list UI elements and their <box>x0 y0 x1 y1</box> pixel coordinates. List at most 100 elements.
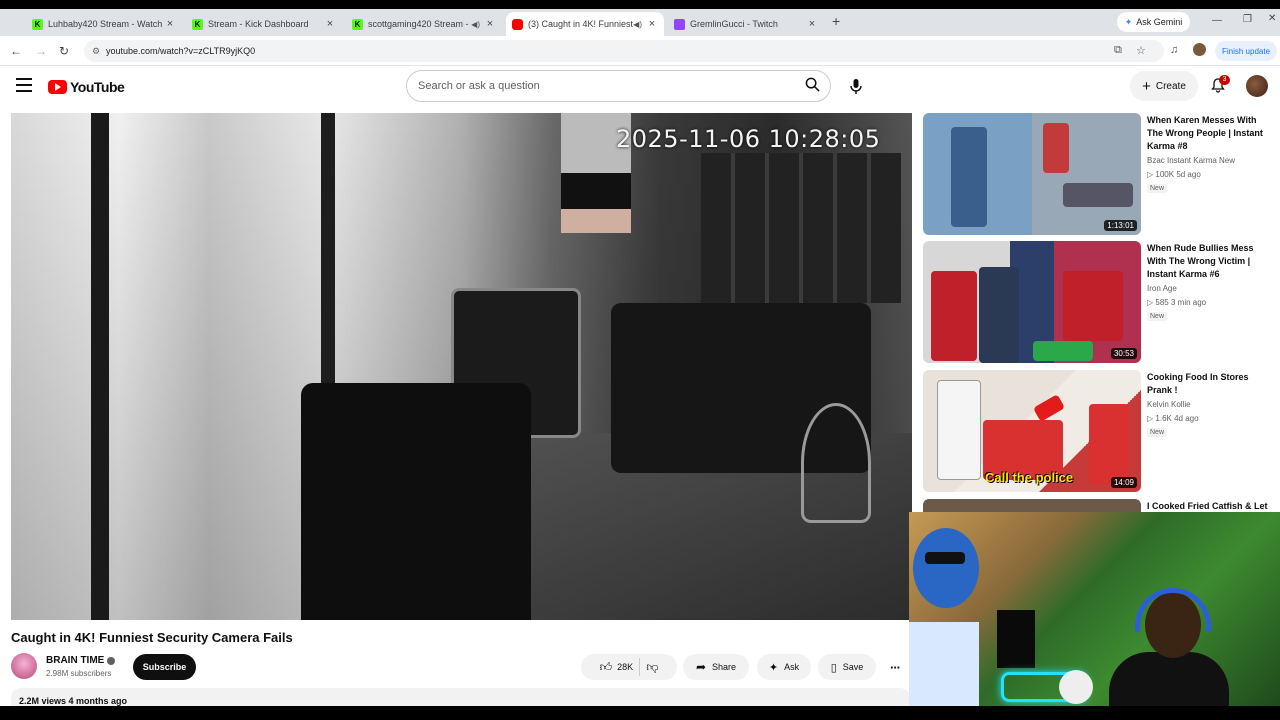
microphone-icon[interactable] <box>846 76 866 96</box>
share-label: Share <box>712 662 737 672</box>
thumbnail-figure <box>1063 183 1133 207</box>
thumbnail-figure <box>951 127 987 227</box>
media-control-icon[interactable]: ♫ <box>1170 44 1178 56</box>
dislike-button[interactable]: 👎︎ <box>646 660 658 675</box>
view-count: 100K <box>1155 170 1175 179</box>
thumbnail-figure <box>1063 271 1123 341</box>
recommendation-channel[interactable]: Iron Age <box>1147 284 1177 293</box>
more-actions-icon[interactable]: ··· <box>890 660 901 675</box>
account-avatar[interactable] <box>1246 75 1268 97</box>
gemini-sparkle-icon: ✦ <box>1124 16 1133 27</box>
recommendation-meta: ▷ 1.6K 4d ago <box>1147 414 1199 423</box>
finish-update-label: Finish update <box>1221 46 1271 56</box>
speaker-icon[interactable]: ◀) <box>471 20 480 29</box>
video-thumbnail[interactable]: Call the police 14:09 <box>923 370 1141 492</box>
video-thumbnail[interactable]: 30:53 <box>923 241 1141 363</box>
create-button[interactable]: + Create <box>1130 71 1198 101</box>
notification-count-badge: 3 <box>1219 75 1230 85</box>
recommendation-title[interactable]: When Karen Messes With The Wrong People … <box>1147 114 1273 153</box>
minimize-icon[interactable]: — <box>1212 15 1222 26</box>
ask-gemini-button[interactable]: ✦ Ask Gemini <box>1117 12 1190 32</box>
recommendation-item[interactable]: 1:13:01 When Karen Messes With The Wrong… <box>923 113 1273 237</box>
description-box[interactable] <box>11 688 910 706</box>
video-fan <box>801 403 871 523</box>
play-count-icon: ▷ <box>1147 170 1154 179</box>
thumbnail-figure <box>1043 123 1069 173</box>
new-tab-button[interactable]: + <box>832 13 840 29</box>
browser-tab-1[interactable]: K Luhbaby420 Stream - Watch Li × <box>26 12 182 36</box>
video-thumbnail[interactable]: 1:13:01 <box>923 113 1141 235</box>
ask-button[interactable]: ✦ Ask <box>757 654 811 680</box>
share-button[interactable]: ➦ Share <box>683 654 749 680</box>
hamburger-menu-icon[interactable] <box>16 78 32 92</box>
recommendation-channel[interactable]: Bzac Instant Karma New <box>1147 156 1235 165</box>
close-icon[interactable]: × <box>646 18 658 30</box>
like-button[interactable]: 👍︎ 28K <box>600 660 634 675</box>
recommendation-meta: ▷ 585 3 min ago <box>1147 298 1206 307</box>
kick-icon: K <box>32 18 43 30</box>
search-icon[interactable] <box>805 77 820 92</box>
verified-check-icon <box>107 656 116 665</box>
thumbnail-figure <box>937 380 981 480</box>
window-close-icon[interactable]: ✕ <box>1268 13 1276 24</box>
webcam-streamer-body <box>1109 652 1229 706</box>
new-badge: New <box>1147 428 1168 437</box>
video-player[interactable]: 2025-11-06 10:28:05 <box>11 113 912 620</box>
view-count-and-date: 2.2M views 4 months ago <box>19 696 128 706</box>
close-icon[interactable]: × <box>484 18 496 30</box>
bookmark-star-icon[interactable]: ☆ <box>1136 44 1146 57</box>
tab-title: Stream - Kick Dashboard <box>208 19 309 29</box>
channel-name[interactable]: BRAIN TIME <box>46 655 116 666</box>
browser-tab-5[interactable]: GremlinGucci - Twitch × <box>668 12 824 36</box>
youtube-logo[interactable]: YouTube <box>48 79 125 95</box>
close-icon[interactable]: × <box>806 18 818 30</box>
red-arrow-icon <box>1032 394 1066 422</box>
webcam-mask-figure <box>1059 670 1093 704</box>
browser-tab-3[interactable]: K scottgaming420 Stream - W ◀) × <box>346 12 502 36</box>
reload-icon[interactable]: ↻ <box>59 44 69 58</box>
forward-arrow-icon[interactable]: → <box>35 44 47 58</box>
recommendation-title[interactable]: Cooking Food In Stores Prank ! <box>1147 371 1273 397</box>
thumbnail-figure <box>979 267 1019 363</box>
youtube-icon <box>512 18 523 30</box>
youtube-wordmark: YouTube <box>70 79 125 95</box>
new-badge: New <box>1147 312 1168 321</box>
search-input[interactable]: Search or ask a question <box>406 70 831 102</box>
upload-age: 5d ago <box>1176 170 1201 179</box>
save-label: Save <box>842 662 864 672</box>
plus-icon: + <box>1142 77 1151 95</box>
speaker-icon[interactable]: ◀) <box>633 20 642 29</box>
close-icon[interactable]: × <box>324 18 336 30</box>
channel-avatar[interactable] <box>11 653 37 679</box>
video-duration: 1:13:01 <box>1104 220 1137 231</box>
recommendation-channel[interactable]: Kelvin Kollie <box>1147 400 1191 409</box>
address-bar[interactable]: ⚙ youtube.com/watch?v=zCLTR9yjKQ0 <box>84 40 1164 62</box>
play-count-icon: ▷ <box>1147 414 1154 423</box>
save-button[interactable]: ▯ Save <box>818 654 876 680</box>
view-count: 585 <box>1155 298 1169 307</box>
camera-timestamp-overlay: 2025-11-06 10:28:05 <box>616 125 881 153</box>
close-icon[interactable]: × <box>164 18 176 30</box>
recommendation-item[interactable]: 30:53 When Rude Bullies Mess With The Wr… <box>923 241 1273 365</box>
view-count: 1.6K <box>1155 414 1172 423</box>
browser-tab-4-active[interactable]: (3) Caught in 4K! Funniest S ◀) × <box>506 12 664 36</box>
back-arrow-icon[interactable]: ← <box>10 44 22 58</box>
screen-top-edge <box>0 0 1280 9</box>
restore-icon[interactable]: ❐ <box>1243 14 1252 25</box>
video-duration: 30:53 <box>1110 348 1137 359</box>
site-info-icon[interactable]: ⚙ <box>92 46 100 57</box>
profile-avatar-icon[interactable] <box>1193 43 1206 56</box>
finish-update-button[interactable]: Finish update <box>1215 41 1277 61</box>
browser-tab-2[interactable]: K Stream - Kick Dashboard × <box>186 12 342 36</box>
recommendation-item[interactable]: Call the police 14:09 Cooking Food In St… <box>923 370 1273 494</box>
headset-icon <box>1135 588 1211 632</box>
recommendation-title[interactable]: When Rude Bullies Mess With The Wrong Vi… <box>1147 242 1273 281</box>
kick-icon: K <box>192 18 203 30</box>
create-label: Create <box>1155 80 1186 92</box>
share-arrow-icon: ➦ <box>695 660 707 674</box>
browser-toolbar: ← → ↻ ⚙ youtube.com/watch?v=zCLTR9yjKQ0 … <box>0 36 1280 66</box>
install-app-icon[interactable]: ⧉ <box>1114 44 1122 57</box>
like-count: 28K <box>617 662 634 672</box>
subscribe-button[interactable]: Subscribe <box>133 654 196 680</box>
video-door-frame <box>91 113 109 620</box>
